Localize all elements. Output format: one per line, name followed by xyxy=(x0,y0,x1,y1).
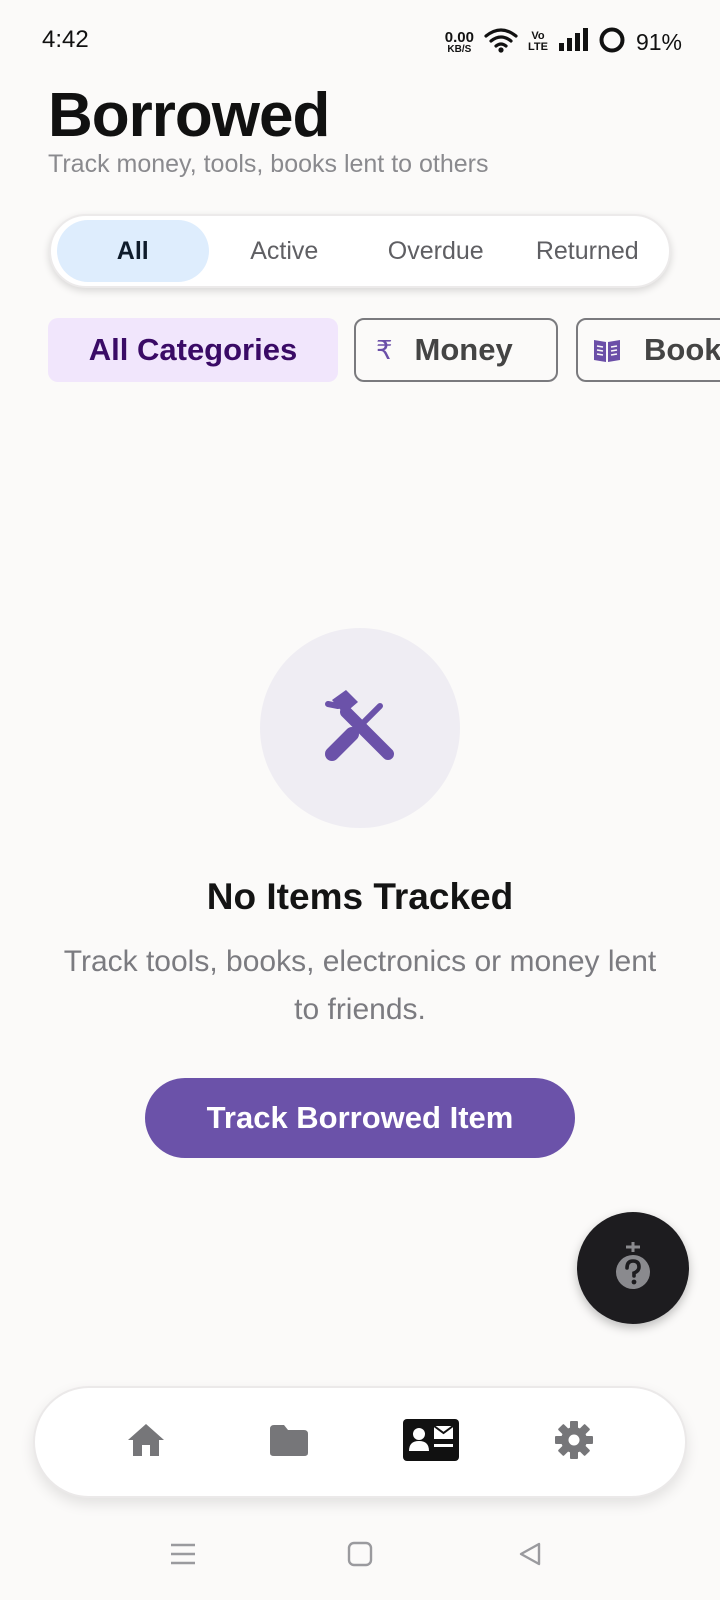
empty-state-description: Track tools, books, electronics or money… xyxy=(63,945,657,1026)
bottom-navigation xyxy=(33,1386,687,1498)
status-filter-tabs: All Active Overdue Returned xyxy=(49,214,671,288)
chip-label: Books xyxy=(644,332,720,367)
page-subtitle: Track money, tools, books lent to others xyxy=(48,150,489,178)
status-time: 4:42 xyxy=(42,26,89,53)
folder-icon xyxy=(268,1423,310,1462)
borrowed-screen: 4:42 0.00 KB/S Vo LTE 91% Borrowed Track… xyxy=(0,0,720,1600)
contact-card-icon xyxy=(403,1418,460,1466)
status-icons: 0.00 KB/S Vo LTE 91% xyxy=(445,26,682,58)
back-system-button[interactable] xyxy=(510,1538,550,1574)
page-title: Borrowed xyxy=(48,81,330,150)
track-borrowed-item-button[interactable]: Track Borrowed Item xyxy=(145,1078,575,1158)
help-icon xyxy=(610,1240,656,1297)
home-icon xyxy=(126,1422,166,1463)
back-triangle-icon xyxy=(517,1541,543,1572)
help-fab-button[interactable] xyxy=(577,1212,689,1324)
tab-active[interactable]: Active xyxy=(209,220,361,282)
system-navigation-bar xyxy=(0,1530,720,1580)
nav-settings[interactable] xyxy=(529,1407,619,1477)
category-chips: All Categories ₹ Money Books xyxy=(48,318,720,382)
gear-icon xyxy=(554,1420,594,1465)
chip-all-categories[interactable]: All Categories xyxy=(48,318,338,382)
menu-icon xyxy=(169,1542,197,1571)
chip-books[interactable]: Books xyxy=(576,318,720,382)
recents-menu-button[interactable] xyxy=(163,1538,203,1574)
wifi-icon xyxy=(484,27,518,58)
nav-borrowed[interactable] xyxy=(386,1407,476,1477)
book-icon xyxy=(592,337,622,363)
tab-returned[interactable]: Returned xyxy=(512,220,664,282)
battery-percent: 91% xyxy=(635,28,682,55)
volte-icon: Vo LTE xyxy=(527,30,548,53)
network-speed: 0.00 KB/S xyxy=(444,28,474,55)
square-icon xyxy=(347,1541,373,1572)
nav-folder[interactable] xyxy=(244,1407,334,1477)
empty-state-illustration xyxy=(260,628,460,828)
battery-icon xyxy=(598,26,626,59)
tab-all[interactable]: All xyxy=(57,220,209,282)
nav-home[interactable] xyxy=(101,1407,191,1477)
signal-icon xyxy=(558,27,588,57)
home-system-button[interactable] xyxy=(340,1538,380,1574)
chip-label: All Categories xyxy=(88,332,298,367)
empty-state-title: No Items Tracked xyxy=(206,876,514,917)
tools-icon xyxy=(318,684,402,773)
tab-overdue[interactable]: Overdue xyxy=(360,220,512,282)
rupee-icon: ₹ xyxy=(376,334,393,365)
chip-money[interactable]: ₹ Money xyxy=(354,318,558,382)
chip-label: Money xyxy=(414,332,513,367)
status-bar: 4:42 0.00 KB/S Vo LTE 91% xyxy=(0,0,720,80)
